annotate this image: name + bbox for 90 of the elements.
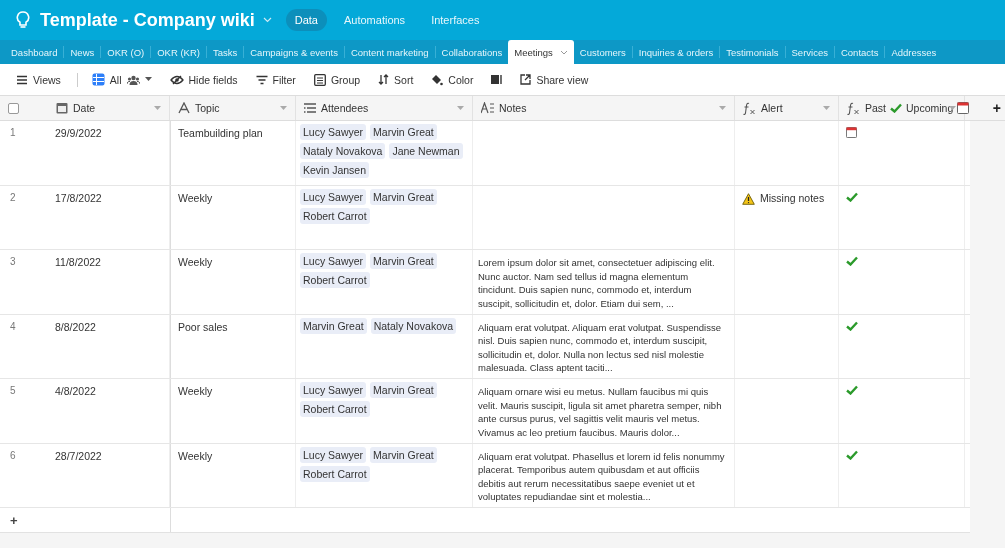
attendee-tag: Nataly Novakova [370,317,457,334]
select-all-checkbox[interactable] [8,102,19,114]
column-title[interactable]: Upcoming [906,102,954,114]
text-field-icon [178,102,190,114]
attendee-tag: Marvin Great [370,124,437,140]
toolbar-button[interactable]: Filter [249,70,302,89]
caret-icon[interactable] [823,106,830,111]
column-title[interactable]: Attendees [321,102,369,114]
column-title[interactable]: Alert [761,102,783,114]
list-icon [304,102,316,114]
add-column-button[interactable]: + [990,100,1003,116]
row-number: 3 [10,256,16,267]
toolbar-button[interactable]: Group [307,70,367,89]
attendee-tag: Robert Carrot [300,207,370,224]
caret-icon[interactable] [457,106,464,111]
date-cell: 29/9/2022 [55,127,102,139]
toolbar-button[interactable]: Views [10,70,67,89]
base-title: Template - Company wiki [40,9,255,31]
people-icon [126,74,140,85]
attendee-tag: Marvin Great [300,317,367,334]
table-tab[interactable]: Meetings [508,40,574,64]
row-number: 6 [10,449,16,461]
toolbar-button[interactable]: Sort [372,70,420,89]
caret-icon[interactable] [280,106,287,111]
hidden-eye-icon [169,74,184,85]
attendee-tag: Marvin Great [370,188,437,205]
notes-cell-text: Lorem ipsum dolor sit amet, consectetuer adipiscing elit. Nunc auctor. Nam sed tellus id magna elementum tincidunt. Duis sapien nunc, commodo et, interdum suscipit, sollicitudin et, dolor. Etiam dui sem, ... [478,256,716,310]
date-cell: 4/8/2022 [55,385,96,397]
formula-icon [743,101,756,115]
calendar-icon [56,102,68,114]
add-row-button[interactable]: + [10,512,18,528]
column-title[interactable]: Notes [499,102,527,114]
alert-text: Missing notes [760,191,825,204]
checkmark-icon [890,103,902,113]
long-text-icon [481,102,494,114]
warning-icon [742,192,755,205]
topic-cell: Teambuilding plan [178,127,263,139]
nav-tab[interactable]: Data [285,9,327,31]
attendee-tag: Marvin Great [370,382,437,398]
sort-icon [378,74,390,85]
column-title[interactable]: Past [865,102,886,114]
row-number: 5 [10,385,16,396]
filter-icon [255,74,268,85]
view-switcher[interactable]: All [85,70,158,89]
calendar-icon [957,102,970,114]
attendee-tag: Nataly Novakova [300,143,386,159]
topic-cell: Poor sales [178,320,228,333]
paint-bucket-icon [431,73,444,86]
formula-icon [847,101,860,115]
topic-cell: Weekly [178,191,213,204]
lightbulb-icon [16,11,30,29]
grid-icon [91,73,105,86]
notes-cell-text: Aliquam erat volutpat. Phasellus et lorem id felis nonummy placerat. Temporibus autem quibusdam et aut officiis debitis aut rerum necessitatibus saepe eveniet ut et voluptates repudiandae sint et molestia... [478,449,726,504]
caret-icon[interactable] [154,106,161,111]
attendee-tag: Marvin Great [370,446,437,463]
column-title[interactable]: Topic [195,102,220,114]
toolbar-button[interactable]: Hide fields [163,70,244,89]
toolbar-button[interactable]: Share view [514,70,595,89]
attendee-tag: Robert Carrot [300,465,370,482]
row-number: 1 [10,127,16,138]
row-number: 4 [10,320,16,332]
topic-cell: Weekly [178,449,213,462]
attendee-tag: Lucy Sawyer [300,124,367,140]
date-cell: 11/8/2022 [55,256,101,268]
attendee-tag: Lucy Sawyer [300,188,367,205]
share-icon [520,74,532,85]
caret-icon[interactable] [559,49,568,55]
notes-cell-text: Aliquam ornare wisi eu metus. Nullam faucibus mi quis velit. Mauris suscipit, ligula sit amet pharetra semper, nibh ante cursus purus, vel sagittis velit mauris vel metus. Vivamus ac leo pretium faucibus. Mauris dolor... [478,385,723,439]
caret-icon[interactable] [719,106,726,111]
attendee-tag: Robert Carrot [300,401,370,417]
attendee-tag: Lucy Sawyer [300,253,367,269]
row-number: 2 [10,191,16,203]
date-cell: 28/7/2022 [55,449,102,462]
list-box-icon [313,73,326,86]
date-cell: 17/8/2022 [55,191,102,204]
notes-cell-text: Aliquam erat volutpat. Aliquam erat volutpat. Suspendisse nisl. Duis sapien nunc, commodo et, interdum suscipit, sollicitudin et, dolor. Nulla non lectus sed nisl molestie malesuada. Class aptent taciti... [478,320,722,375]
topic-cell: Weekly [178,256,213,268]
attendee-tag: Kevin Jansen [300,162,370,178]
attendee-tag: Robert Carrot [300,272,370,288]
topic-cell: Weekly [178,385,213,397]
column-title[interactable]: Date [73,102,96,114]
attendee-tag: Lucy Sawyer [300,382,367,398]
attendee-tag: Marvin Great [370,253,437,269]
caret-icon [144,77,152,82]
attendee-tag: Jane Newman [389,143,463,159]
row-height-icon [491,74,503,85]
menu-icon [16,74,28,85]
attendee-tag: Lucy Sawyer [300,446,367,463]
toolbar-button[interactable]: Color [425,70,480,89]
date-cell: 8/8/2022 [55,320,96,333]
